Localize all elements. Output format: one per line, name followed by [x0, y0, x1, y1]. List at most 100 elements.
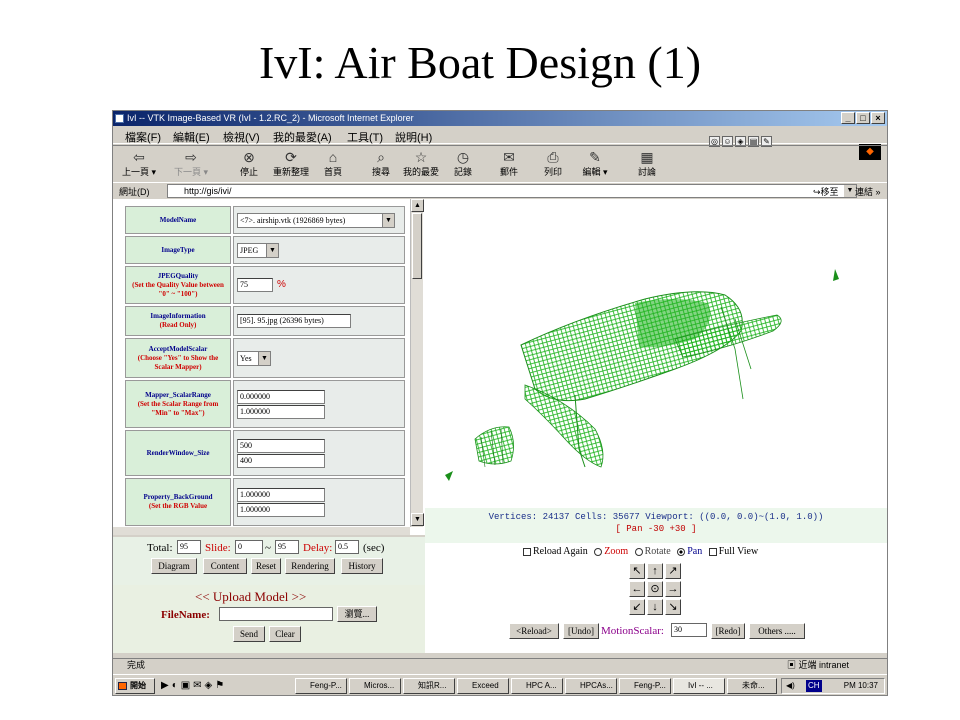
- panel-vertical-scrollbar[interactable]: ▲ ▼: [410, 199, 424, 527]
- taskbar-item[interactable]: HPC A...: [511, 678, 563, 694]
- edit-button[interactable]: ✎ 編輯 ▾: [575, 149, 615, 178]
- rotate-option[interactable]: Rotate: [634, 546, 671, 557]
- history-button[interactable]: History: [341, 558, 383, 574]
- taskbar-item[interactable]: Feng-P...: [295, 678, 347, 694]
- discuss-button[interactable]: ▦ 討論: [627, 149, 667, 178]
- go-button[interactable]: ↪移至: [813, 185, 839, 198]
- scalar-min-input[interactable]: 0.000000: [237, 389, 325, 404]
- jpeg-quality-input[interactable]: 75: [237, 278, 273, 292]
- range-tilde: ~: [265, 542, 271, 554]
- quick-launch-icons[interactable]: ▶◐▣✉◈⚑: [161, 680, 227, 691]
- menu-file[interactable]: 檔案(F): [125, 129, 161, 145]
- menu-tools[interactable]: 工具(T): [347, 129, 383, 145]
- row-background: Property_BackGround (Set the RGB Value 1.…: [125, 478, 405, 526]
- image-type-select[interactable]: JPEG ▼: [237, 242, 279, 258]
- mail-button[interactable]: ✉ 郵件: [489, 149, 529, 178]
- pan-down-icon[interactable]: ↓: [647, 599, 663, 615]
- menu-view[interactable]: 檢視(V): [223, 129, 260, 145]
- window-width-input[interactable]: 500: [237, 438, 325, 453]
- close-button[interactable]: ×: [871, 112, 885, 124]
- redo-button[interactable]: [Redo]: [711, 623, 745, 639]
- language-indicator[interactable]: CH: [806, 680, 822, 692]
- discuss-icon: ▦: [640, 149, 654, 165]
- browse-button[interactable]: 瀏覽...: [337, 606, 377, 622]
- motion-scalar-input[interactable]: 30: [671, 623, 707, 637]
- taskbar-item[interactable]: Exceed: [457, 678, 509, 694]
- pan-left-icon[interactable]: ←: [629, 581, 645, 597]
- scroll-up-icon[interactable]: ▲: [411, 199, 424, 212]
- maximize-button[interactable]: □: [856, 112, 870, 124]
- model-name-select[interactable]: <7>. airship.vtk (1926869 bytes) ▼: [237, 212, 395, 228]
- panel-horizontal-scrollbar[interactable]: [113, 527, 410, 535]
- window-titlebar[interactable]: IvI -- VTK Image-Based VR (IvI - 1.2.RC_…: [113, 111, 887, 126]
- search-icon: ⌕: [377, 149, 385, 165]
- total-input[interactable]: 95: [177, 540, 201, 554]
- scalar-max-input[interactable]: 1.000000: [237, 404, 325, 419]
- forward-button[interactable]: ⇨ 下一頁 ▾: [171, 149, 211, 178]
- content-button[interactable]: Content: [203, 558, 247, 574]
- render-viewport[interactable]: [425, 199, 887, 525]
- zoom-option[interactable]: Zoom: [594, 546, 628, 557]
- parameter-table: ModelName <7>. airship.vtk (1926869 byte…: [123, 204, 407, 528]
- menu-favorites[interactable]: 我的最愛(A): [273, 129, 332, 145]
- airship-mesh-render[interactable]: [425, 199, 887, 525]
- window-size-label: RenderWindow_Size: [125, 430, 231, 476]
- home-button[interactable]: ⌂ 首頁: [313, 149, 353, 178]
- rendering-button[interactable]: Rendering: [285, 558, 335, 574]
- pan-right-icon[interactable]: →: [665, 581, 681, 597]
- stop-button[interactable]: ⊗ 停止: [229, 149, 269, 178]
- taskbar-item[interactable]: 未命...: [727, 678, 777, 694]
- history-button[interactable]: ◷ 記錄: [443, 149, 483, 178]
- background-g-input[interactable]: 1.000000: [237, 502, 325, 517]
- pan-down-right-icon[interactable]: ↘: [665, 599, 681, 615]
- start-button[interactable]: 開始: [115, 678, 155, 694]
- percent-unit: %: [277, 279, 286, 290]
- view-mode-options: Reload Again Zoom Rotate Pan Full View: [523, 546, 758, 557]
- send-button[interactable]: Send: [233, 626, 265, 642]
- window-height-input[interactable]: 400: [237, 453, 325, 468]
- pan-down-left-icon[interactable]: ↙: [629, 599, 645, 615]
- pan-center-icon[interactable]: ⊙: [647, 581, 663, 597]
- pan-up-left-icon[interactable]: ↖: [629, 563, 645, 579]
- taskbar-item[interactable]: Feng-P...: [619, 678, 671, 694]
- full-view-option[interactable]: Full View: [708, 546, 758, 557]
- mesh-fragment: [445, 471, 453, 481]
- filename-input[interactable]: [219, 607, 333, 621]
- pan-up-icon[interactable]: ↑: [647, 563, 663, 579]
- taskbar-item[interactable]: HPCAs...: [565, 678, 617, 694]
- print-button[interactable]: ⎙ 列印: [533, 149, 573, 178]
- diagram-button[interactable]: Diagram: [151, 558, 197, 574]
- favorites-button[interactable]: ☆ 我的最愛: [401, 149, 441, 178]
- back-button[interactable]: ⇦ 上一頁 ▾: [119, 149, 159, 178]
- taskbar-item[interactable]: 知訊R...: [403, 678, 455, 694]
- reload-again-option[interactable]: Reload Again: [523, 546, 588, 557]
- taskbar-item-active[interactable]: IvI -- ...: [673, 678, 725, 694]
- undo-button[interactable]: [Undo]: [563, 623, 599, 639]
- jpeg-quality-label: JPEGQuality (Set the Quality Value betwee…: [125, 266, 231, 304]
- image-type-label: ImageType: [125, 236, 231, 264]
- search-button[interactable]: ⌕ 搜尋: [361, 149, 401, 178]
- taskbar-item[interactable]: Micros...: [349, 678, 401, 694]
- volume-icon[interactable]: ◀): [786, 679, 795, 693]
- slide-start-input[interactable]: 0: [235, 540, 263, 554]
- clear-button[interactable]: Clear: [269, 626, 301, 642]
- scroll-down-icon[interactable]: ▼: [411, 513, 424, 526]
- others-button[interactable]: Others .....: [749, 623, 805, 639]
- address-input[interactable]: http://gis/ivi/ ▼: [167, 184, 857, 198]
- accept-scalar-select[interactable]: Yes ▼: [237, 350, 271, 366]
- status-text: 完成: [127, 660, 146, 670]
- radio-icon: [594, 547, 603, 556]
- delay-input[interactable]: 0.5: [335, 540, 359, 554]
- reload-button[interactable]: <Reload>: [509, 623, 559, 639]
- reset-button[interactable]: Reset: [251, 558, 281, 574]
- slide-end-input[interactable]: 95: [275, 540, 299, 554]
- scroll-thumb[interactable]: [412, 213, 422, 279]
- menu-help[interactable]: 說明(H): [395, 129, 432, 145]
- pan-up-right-icon[interactable]: ↗: [665, 563, 681, 579]
- minimize-button[interactable]: _: [841, 112, 855, 124]
- links-button[interactable]: 連結 »: [855, 185, 881, 198]
- background-r-input[interactable]: 1.000000: [237, 487, 325, 502]
- menu-edit[interactable]: 編輯(E): [173, 129, 210, 145]
- refresh-button[interactable]: ⟳ 重新整理: [271, 149, 311, 178]
- pan-option[interactable]: Pan: [677, 546, 702, 557]
